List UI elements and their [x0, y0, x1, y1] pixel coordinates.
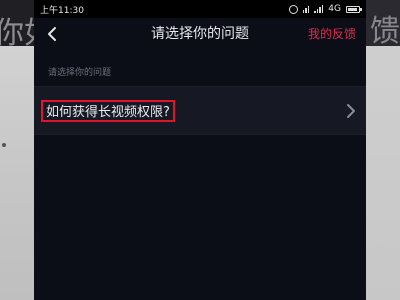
background-dot: [2, 143, 6, 147]
status-bar: 上午11:30 4G: [34, 0, 366, 18]
status-icons: 4G: [288, 4, 362, 14]
header: 请选择你的问题 我的反馈: [34, 18, 366, 50]
alarm-icon: [288, 4, 298, 14]
wifi-signal-icon: [302, 5, 310, 13]
background-text-right: 馈: [370, 14, 400, 49]
status-time: 上午11:30: [40, 5, 84, 16]
cellular-signal-icon: [314, 5, 324, 13]
section-label: 请选择你的问题: [48, 68, 112, 78]
phone-screen: 上午11:30 4G 请选择你的问题 我的反馈 请选择你的问题 如何获得长视频权…: [34, 0, 366, 300]
question-item-long-video-permission[interactable]: 如何获得长视频权限?: [34, 86, 366, 135]
chevron-right-icon: [347, 104, 355, 118]
question-label: 如何获得长视频权限?: [41, 100, 175, 122]
network-type: 4G: [328, 4, 341, 14]
background-left: 你如: [0, 0, 54, 300]
my-feedback-link[interactable]: 我的反馈: [308, 18, 356, 50]
battery-icon: [346, 5, 362, 13]
background-right: 馈: [366, 0, 400, 300]
